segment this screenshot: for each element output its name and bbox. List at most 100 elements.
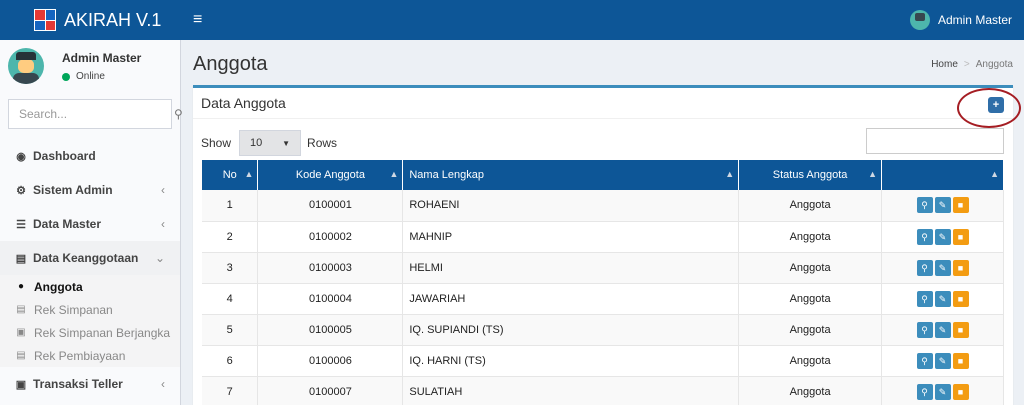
sidebar-item-data-keanggotaan[interactable]: ▤ Data Keanggotaan ⌄ — [0, 241, 180, 275]
lock-icon: ■ — [957, 231, 964, 242]
cell-kode: 0100004 — [257, 283, 404, 315]
id-card-icon: ▤ — [16, 304, 26, 315]
view-button[interactable]: ⚲ — [916, 290, 933, 307]
lock-icon: ■ — [957, 262, 964, 273]
submenu-keanggotaan: ● Anggota ▤ Rek Simpanan ▣ Rek Simpanan … — [0, 275, 180, 367]
database-icon: ☰ — [16, 218, 26, 231]
cell-kode: 0100003 — [257, 252, 404, 284]
cell-kode: 0100002 — [257, 221, 404, 253]
lock-button[interactable]: ■ — [952, 259, 969, 276]
sidebar-item-label: Data Master — [33, 217, 102, 231]
table-row: 3 0100003 HELMI Anggota ⚲ ✎ ■ — [202, 252, 1004, 284]
cell-nama: SULATIAH — [402, 376, 740, 405]
cell-status: Anggota — [738, 283, 883, 315]
edit-button[interactable]: ✎ — [934, 352, 951, 369]
column-header-status[interactable]: Status Anggota ▲︎ — [738, 160, 883, 190]
rows-per-page-select[interactable]: 10 ▼ — [239, 130, 302, 156]
lock-icon: ■ — [957, 324, 964, 335]
sort-asc-icon: ▲ — [244, 169, 254, 179]
id-card-icon: ▤ — [15, 252, 27, 265]
search-icon: ⚲ — [921, 231, 928, 242]
view-button[interactable]: ⚲ — [916, 259, 933, 276]
sidebar-subitem-label: Rek Simpanan Berjangka — [34, 325, 171, 340]
edit-button[interactable]: ✎ — [934, 321, 951, 338]
cell-kode: 0100007 — [257, 376, 404, 405]
brand[interactable]: AKIRAH V.1 — [0, 0, 181, 40]
sidebar-subitem-label: Rek Simpanan — [34, 302, 113, 317]
brand-title: AKIRAH V.1 — [64, 9, 162, 30]
online-dot-icon — [62, 72, 70, 81]
table-row: 2 0100002 MAHNIP Anggota ⚲ ✎ ■ — [202, 221, 1004, 253]
edit-icon: ✎ — [938, 231, 947, 242]
edit-button[interactable]: ✎ — [934, 259, 951, 276]
lock-button[interactable]: ■ — [952, 228, 969, 245]
sidebar-item-label: Dashboard — [33, 149, 96, 163]
sidebar-item-dashboard[interactable]: ◉ Dashboard — [0, 139, 180, 173]
lock-button[interactable]: ■ — [952, 383, 969, 400]
view-button[interactable]: ⚲ — [916, 383, 933, 400]
view-button[interactable]: ⚲ — [916, 321, 933, 338]
cell-nama: MAHNIP — [402, 221, 740, 253]
cell-no: 5 — [202, 314, 259, 346]
cell-nama: IQ. SUPIANDI (TS) — [402, 314, 740, 346]
sidebar-subitem-rek-simpanan[interactable]: ▤ Rek Simpanan — [0, 298, 180, 321]
column-header-nama[interactable]: Nama Lengkap ▲︎ — [402, 160, 740, 190]
lock-icon: ■ — [957, 386, 964, 397]
column-header-actions[interactable]: ▲︎ — [881, 160, 1004, 190]
chevron-left-icon: ‹ — [161, 377, 165, 391]
user-status-label: Online — [76, 71, 105, 82]
search-icon[interactable]: ⚲ — [174, 107, 183, 121]
sidebar-subitem-rek-pembiayaan[interactable]: ▤ Rek Pembiayaan — [0, 344, 180, 367]
cell-actions: ⚲ ✎ ■ — [881, 345, 1004, 377]
breadcrumb-home[interactable]: Home — [931, 59, 958, 70]
table-row: 5 0100005 IQ. SUPIANDI (TS) Anggota ⚲ ✎ ■ — [202, 314, 1004, 346]
edit-button[interactable]: ✎ — [934, 197, 951, 214]
table-row: 6 0100006 IQ. HARNI (TS) Anggota ⚲ ✎ ■ — [202, 345, 1004, 377]
lock-button[interactable]: ■ — [952, 321, 969, 338]
table-row: 4 0100004 JAWARIAH Anggota ⚲ ✎ ■ — [202, 283, 1004, 315]
sort-icon: ▲︎ — [725, 169, 735, 179]
sidebar-item-data-master[interactable]: ☰ Data Master ‹ — [0, 207, 180, 241]
cell-kode: 0100006 — [257, 345, 404, 377]
sidebar-subitem-anggota[interactable]: ● Anggota — [0, 275, 180, 298]
user-panel: Admin Master Online — [0, 40, 180, 95]
breadcrumb-current: Anggota — [975, 58, 1013, 70]
cell-status: Anggota — [738, 376, 883, 405]
cell-actions: ⚲ ✎ ■ — [881, 190, 1004, 222]
cell-no: 1 — [202, 190, 259, 222]
cell-no: 3 — [202, 252, 259, 284]
search-input[interactable] — [19, 107, 174, 121]
add-member-button[interactable]: + — [988, 97, 1004, 113]
view-button[interactable]: ⚲ — [916, 352, 933, 369]
column-header-no[interactable]: No ▲ — [202, 160, 259, 190]
edit-button[interactable]: ✎ — [934, 383, 951, 400]
menu-toggle-icon[interactable]: ≡ — [193, 11, 202, 29]
column-header-kode[interactable]: Kode Anggota ▲︎ — [257, 160, 404, 190]
cell-kode: 0100005 — [257, 314, 404, 346]
sidebar-item-sistem-admin[interactable]: ⚙ Sistem Admin ‹ — [0, 173, 180, 207]
view-button[interactable]: ⚲ — [916, 228, 933, 245]
cell-no: 7 — [202, 376, 259, 405]
rows-per-page-value: 10 — [250, 137, 263, 149]
content-header: Anggota Home > Anggota — [193, 52, 1013, 76]
table-search-input[interactable] — [866, 128, 1004, 154]
sidebar-subitem-rek-simpanan-berjangka[interactable]: ▣ Rek Simpanan Berjangka — [0, 321, 180, 344]
lock-button[interactable]: ■ — [952, 290, 969, 307]
lock-icon: ■ — [957, 200, 964, 211]
sidebar: Admin Master Online ⚲ ◉ Dashboard ⚙ Sist… — [0, 40, 183, 405]
view-button[interactable]: ⚲ — [916, 197, 933, 214]
avatar — [8, 48, 44, 84]
edit-button[interactable]: ✎ — [934, 290, 951, 307]
user-icon: ● — [17, 281, 25, 292]
id-card-icon: ▤ — [16, 350, 26, 361]
edit-button[interactable]: ✎ — [934, 228, 951, 245]
lock-button[interactable]: ■ — [952, 197, 969, 214]
cell-status: Anggota — [738, 252, 883, 284]
lock-button[interactable]: ■ — [952, 352, 969, 369]
search-icon: ⚲ — [921, 324, 928, 335]
sidebar-item-transaksi-teller[interactable]: ▣ Transaksi Teller ‹ — [0, 367, 180, 401]
user-menu[interactable]: Admin Master — [909, 10, 1012, 30]
cell-actions: ⚲ ✎ ■ — [881, 221, 1004, 253]
sidebar-search: ⚲ — [8, 99, 183, 129]
chevron-left-icon: ‹ — [161, 217, 165, 231]
